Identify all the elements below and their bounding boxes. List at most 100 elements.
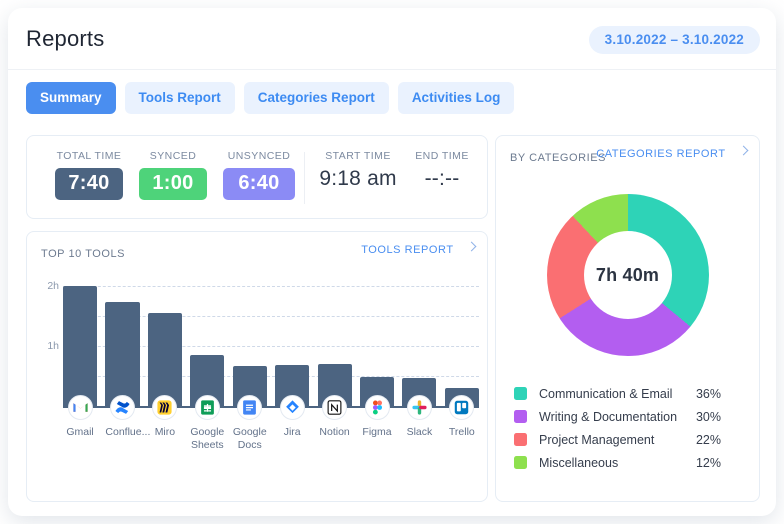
bar-slot xyxy=(190,276,225,406)
tool-label: Google Docs xyxy=(232,426,267,451)
figma-icon[interactable] xyxy=(364,395,390,420)
bar-slot xyxy=(232,276,267,406)
report-body: TOTAL TIME 7:40 SYNCED 1:00 UNSYNCED 6:40 STAR… xyxy=(26,135,760,502)
tab-categories-report[interactable]: Categories Report xyxy=(243,82,389,114)
categories-donut-chart: 7h 40m xyxy=(496,180,759,370)
bar-conflue-[interactable] xyxy=(105,301,140,406)
bar-miro[interactable] xyxy=(147,313,182,406)
bar-slot xyxy=(444,276,479,406)
chevron-right-icon xyxy=(738,145,749,156)
bar-gmail[interactable] xyxy=(63,286,98,406)
tool-icon-slot xyxy=(275,395,309,420)
by-categories-header: BY CATEGORIES CATEGORIES REPORT xyxy=(510,145,749,168)
slack-icon[interactable] xyxy=(406,395,432,420)
categories-report-link[interactable]: CATEGORIES REPORT xyxy=(596,145,749,160)
tool-icon-slot xyxy=(318,395,352,420)
trello-icon[interactable] xyxy=(449,395,475,420)
tab-summary[interactable]: Summary xyxy=(26,82,116,114)
legend-color-swatch xyxy=(514,433,527,446)
legend-color-swatch xyxy=(514,410,527,423)
tool-icon-slot xyxy=(148,395,182,420)
bar-slot xyxy=(147,276,182,406)
tool-label: Google Sheets xyxy=(190,426,225,451)
miro-icon[interactable] xyxy=(152,395,178,420)
stat-value: 6:40 xyxy=(223,168,295,200)
bar-slot xyxy=(275,276,310,406)
legend-label: Writing & Documentation xyxy=(539,409,678,424)
right-column: BY CATEGORIES CATEGORIES REPORT 7h 40m C… xyxy=(495,135,760,502)
tab-tools-report[interactable]: Tools Report xyxy=(124,82,235,114)
stat-unsynced: UNSYNCED 6:40 xyxy=(223,150,295,200)
gmail-icon[interactable] xyxy=(67,395,93,420)
bar-slot xyxy=(317,276,352,406)
by-categories-card: BY CATEGORIES CATEGORIES REPORT 7h 40m C… xyxy=(495,135,760,502)
bar-chart-tool-labels: Gmail Conflue... Miro Google Sheets Google D… xyxy=(63,426,479,451)
left-column: TOTAL TIME 7:40 SYNCED 1:00 UNSYNCED 6:40 STAR… xyxy=(26,135,488,502)
summary-stats-card: TOTAL TIME 7:40 SYNCED 1:00 UNSYNCED 6:40 STAR… xyxy=(26,135,488,219)
legend-color-swatch xyxy=(514,456,527,469)
tab-activities-log[interactable]: Activities Log xyxy=(397,82,515,114)
google-docs-icon[interactable] xyxy=(237,395,263,420)
bar-chart-tool-icons xyxy=(63,395,479,420)
tool-icon-slot xyxy=(63,395,97,420)
tool-label: Figma xyxy=(362,426,392,438)
legend-percent: 36% xyxy=(695,386,721,401)
stat-value: --:-- xyxy=(424,167,460,190)
stat-value: 9:18 am xyxy=(319,167,397,190)
confluence-icon[interactable] xyxy=(109,395,135,420)
donut-center-total: 7h 40m xyxy=(583,231,672,319)
y-axis-tick-label: 2h xyxy=(47,280,59,293)
categories-legend: Communication & Email 36% Writing & Docume… xyxy=(514,382,745,474)
bar-slot xyxy=(359,276,395,406)
categories-report-link-label: CATEGORIES REPORT xyxy=(596,148,726,160)
page-header: Reports 3.10.2022 – 3.10.2022 xyxy=(8,8,776,70)
tools-report-link[interactable]: TOOLS REPORT xyxy=(361,241,477,256)
date-range-badge[interactable]: 3.10.2022 – 3.10.2022 xyxy=(588,26,760,54)
tool-icon-slot xyxy=(105,395,139,420)
tool-label: Miro xyxy=(154,426,176,438)
bar-chart-bars xyxy=(63,276,479,406)
y-axis-tick-label: 1h xyxy=(47,340,59,353)
stat-value: 7:40 xyxy=(55,168,123,200)
top-tools-card: TOP 10 TOOLS TOOLS REPORT 1h 2h Gmail Conf… xyxy=(26,231,488,502)
legend-percent: 30% xyxy=(695,409,721,424)
by-categories-title: BY CATEGORIES xyxy=(510,152,606,164)
report-tabs: Summary Tools Report Categories Report Acti… xyxy=(26,82,515,114)
legend-row: Miscellaneous 12% xyxy=(514,451,745,474)
legend-row: Project Management 22% xyxy=(514,428,745,451)
legend-label: Project Management xyxy=(539,432,655,447)
top-tools-title: TOP 10 TOOLS xyxy=(41,248,126,260)
stat-label: END TIME xyxy=(415,150,469,162)
stats-divider xyxy=(304,152,305,204)
legend-color-swatch xyxy=(514,387,527,400)
tool-label: Trello xyxy=(448,426,475,438)
tool-icon-slot xyxy=(360,395,394,420)
tool-icon-slot xyxy=(445,395,479,420)
tools-report-link-label: TOOLS REPORT xyxy=(361,244,454,256)
stat-end-time: END TIME --:-- xyxy=(409,150,475,191)
tool-icon-slot xyxy=(233,395,267,420)
stat-value: 1:00 xyxy=(139,168,207,200)
donut-ring: 7h 40m xyxy=(546,194,709,356)
reports-window: Reports 3.10.2022 – 3.10.2022 Summary Too… xyxy=(8,8,776,516)
google-sheets-icon[interactable] xyxy=(194,395,220,420)
notion-icon[interactable] xyxy=(322,395,348,420)
stat-label: START TIME xyxy=(325,150,391,162)
jira-icon[interactable] xyxy=(279,395,305,420)
stat-total-time: TOTAL TIME 7:40 xyxy=(55,150,123,200)
legend-percent: 12% xyxy=(695,455,721,470)
tool-label: Gmail xyxy=(66,426,94,438)
top-tools-header: TOP 10 TOOLS TOOLS REPORT xyxy=(41,241,477,264)
tool-label: Conflue... xyxy=(105,426,151,438)
tool-label: Jira xyxy=(283,426,301,438)
chevron-right-icon xyxy=(466,241,477,252)
legend-label: Communication & Email xyxy=(539,386,673,401)
legend-row: Communication & Email 36% xyxy=(514,382,745,405)
bar-chart-y-axis: 1h 2h xyxy=(37,276,59,406)
page-title: Reports xyxy=(26,26,105,51)
top-tools-bar-chart: 1h 2h Gmail Conflue... Miro Google Sheets Goo… xyxy=(37,276,479,456)
bar-slot xyxy=(105,276,140,406)
legend-label: Miscellaneous xyxy=(539,455,619,470)
bar-slot xyxy=(402,276,437,406)
legend-row: Writing & Documentation 30% xyxy=(514,405,745,428)
